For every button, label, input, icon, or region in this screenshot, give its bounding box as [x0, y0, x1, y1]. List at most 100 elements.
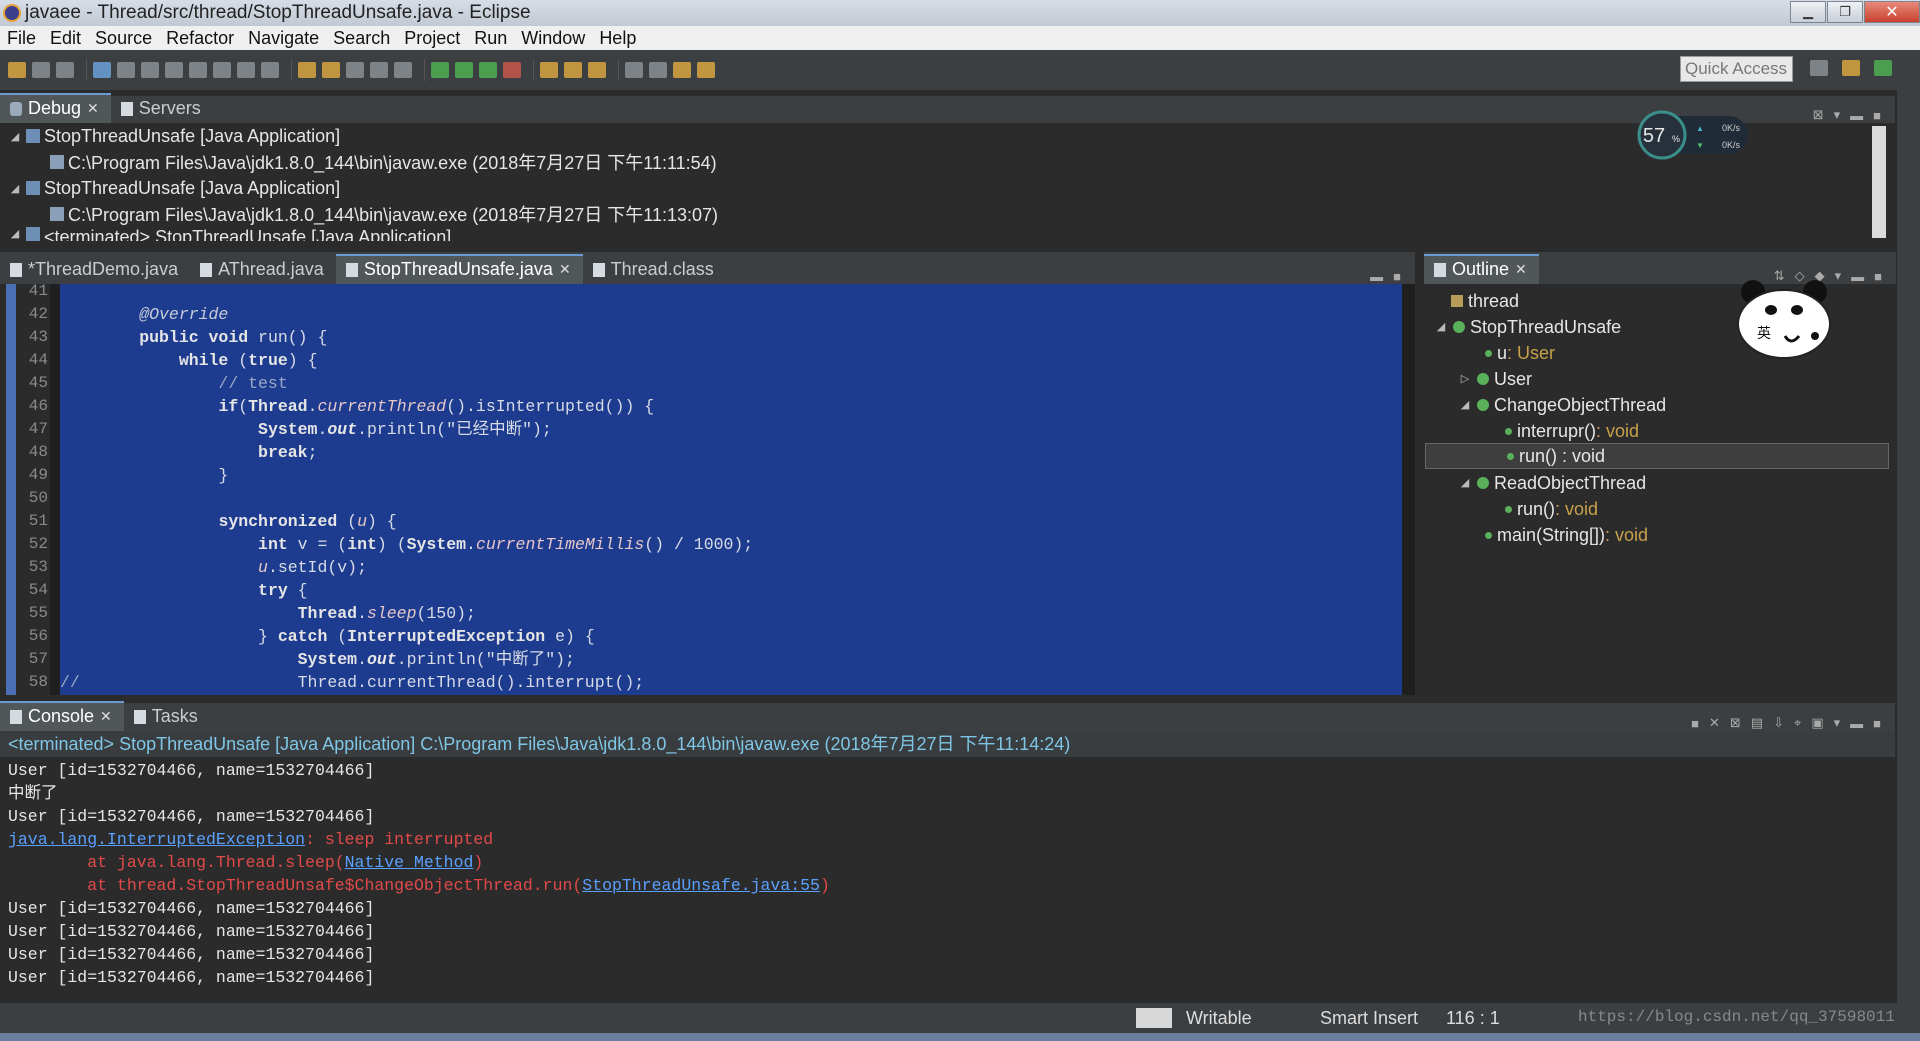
- close-icon[interactable]: ✕: [559, 261, 571, 278]
- display-console-icon[interactable]: ▣: [1811, 715, 1823, 731]
- pin-console-icon[interactable]: ⌖: [1794, 715, 1801, 731]
- next-annotation-icon[interactable]: [625, 62, 643, 78]
- tab-tasks[interactable]: Tasks: [124, 703, 210, 731]
- close-window-button[interactable]: ✕: [1864, 1, 1920, 23]
- menu-project[interactable]: Project: [397, 28, 467, 49]
- block-selection-icon[interactable]: [370, 62, 388, 78]
- console-output[interactable]: User [id=1532704466, name=1532704466] 中断…: [0, 759, 1895, 1003]
- external-tools-icon[interactable]: [503, 62, 521, 78]
- close-icon[interactable]: ✕: [1515, 261, 1527, 278]
- outline-item-method[interactable]: interrupr() : void: [1500, 418, 1639, 444]
- menu-run[interactable]: Run: [467, 28, 514, 49]
- minimize-button[interactable]: ▁: [1790, 1, 1826, 23]
- save-icon[interactable]: [32, 62, 50, 78]
- tab-console[interactable]: Console ✕: [0, 701, 124, 731]
- highlight-icon[interactable]: [322, 62, 340, 78]
- debug-scrollbar[interactable]: [1872, 126, 1886, 238]
- stack-link[interactable]: Native Method: [345, 853, 474, 872]
- outline-item-class[interactable]: ◢ ChangeObjectThread: [1458, 392, 1666, 418]
- outline-item-method[interactable]: run() : void: [1500, 496, 1598, 522]
- remove-launch-icon[interactable]: ✕: [1709, 715, 1720, 731]
- new-java-project-icon[interactable]: [540, 62, 558, 78]
- outline-item-method-selected[interactable]: run() : void: [1425, 443, 1889, 469]
- tab-thread-class[interactable]: Thread.class: [583, 256, 726, 284]
- menu-file[interactable]: File: [0, 28, 43, 49]
- debug-icon[interactable]: [431, 62, 449, 78]
- launch-item[interactable]: ◢ StopThreadUnsafe [Java Application]: [8, 123, 1895, 149]
- tab-servers[interactable]: Servers: [111, 95, 213, 123]
- close-icon[interactable]: ✕: [87, 100, 99, 117]
- resume-icon[interactable]: [117, 62, 135, 78]
- menu-help[interactable]: Help: [592, 28, 643, 49]
- debug-perspective-icon[interactable]: [1874, 60, 1892, 76]
- open-type-icon[interactable]: [298, 62, 316, 78]
- outline-item-class[interactable]: ◢ ReadObjectThread: [1458, 470, 1646, 496]
- minimize-view-icon[interactable]: ▬: [1851, 269, 1864, 284]
- code-editor[interactable]: 41 42 43 44 45 46 47 48 49 50 51 52 53 5…: [0, 282, 1415, 695]
- launch-item[interactable]: ◢ <terminated> StopThreadUnsafe [Java App…: [8, 227, 1895, 241]
- tab-debug[interactable]: Debug ✕: [0, 93, 111, 123]
- clear-console-icon[interactable]: ▤: [1751, 715, 1763, 731]
- minimize-view-icon[interactable]: ▬: [1370, 269, 1383, 284]
- java-ee-perspective-icon[interactable]: [1842, 60, 1860, 76]
- step-into-icon[interactable]: [213, 62, 231, 78]
- view-menu-icon[interactable]: ▾: [1834, 107, 1841, 123]
- outline-item-class[interactable]: ▷ User: [1458, 366, 1532, 392]
- coverage-icon[interactable]: [479, 62, 497, 78]
- save-all-icon[interactable]: [56, 62, 74, 78]
- menu-refactor[interactable]: Refactor: [159, 28, 241, 49]
- process-item[interactable]: C:\Program Files\Java\jdk1.8.0_144\bin\j…: [8, 201, 1895, 227]
- view-menu-icon[interactable]: ▾: [1835, 268, 1842, 284]
- upload-rate: 0K/s: [1722, 123, 1741, 133]
- maximize-button[interactable]: ❐: [1827, 1, 1863, 23]
- menu-window[interactable]: Window: [514, 28, 592, 49]
- quick-access-input[interactable]: Quick Access: [1680, 56, 1793, 82]
- tab-athread[interactable]: AThread.java: [190, 256, 336, 284]
- expanded-arrow-icon[interactable]: ◢: [8, 130, 22, 143]
- expanded-arrow-icon[interactable]: ◢: [8, 182, 22, 195]
- process-item[interactable]: C:\Program Files\Java\jdk1.8.0_144\bin\j…: [8, 149, 1895, 175]
- open-console-icon[interactable]: ▾: [1834, 715, 1841, 731]
- menu-source[interactable]: Source: [88, 28, 159, 49]
- new-package-icon[interactable]: [564, 62, 582, 78]
- stack-link[interactable]: StopThreadUnsafe.java:55: [582, 876, 820, 895]
- outline-item-package[interactable]: thread: [1446, 288, 1519, 314]
- open-perspective-icon[interactable]: [1810, 60, 1828, 76]
- code-text[interactable]: @Override public void run() { while (tru…: [60, 284, 1402, 695]
- previous-annotation-icon[interactable]: [649, 62, 667, 78]
- outline-item-method[interactable]: main(String[]) : void: [1480, 522, 1648, 548]
- remove-launches-icon[interactable]: ⊠: [1813, 107, 1824, 123]
- back-icon[interactable]: [673, 62, 691, 78]
- maximize-view-icon[interactable]: ■: [1873, 108, 1881, 123]
- scroll-lock-icon[interactable]: ⇩: [1773, 715, 1784, 731]
- menu-edit[interactable]: Edit: [43, 28, 88, 49]
- run-icon[interactable]: [455, 62, 473, 78]
- toggle-mark-icon[interactable]: [346, 62, 364, 78]
- close-icon[interactable]: ✕: [100, 708, 112, 725]
- menu-search[interactable]: Search: [326, 28, 397, 49]
- tab-stopthreadunsafe[interactable]: StopThreadUnsafe.java ✕: [335, 254, 583, 284]
- maximize-view-icon[interactable]: ■: [1874, 269, 1882, 284]
- minimize-view-icon[interactable]: ▬: [1850, 716, 1863, 731]
- step-return-icon[interactable]: [261, 62, 279, 78]
- step-over-icon[interactable]: [237, 62, 255, 78]
- tab-outline[interactable]: Outline ✕: [1424, 254, 1539, 284]
- exception-link[interactable]: java.lang.InterruptedException: [8, 830, 305, 849]
- maximize-view-icon[interactable]: ■: [1393, 269, 1401, 284]
- skip-breakpoints-icon[interactable]: [93, 62, 111, 78]
- terminate-icon[interactable]: [165, 62, 183, 78]
- remove-all-icon[interactable]: ⊠: [1730, 715, 1741, 731]
- show-whitespace-icon[interactable]: [394, 62, 412, 78]
- suspend-icon[interactable]: [141, 62, 159, 78]
- outline-item-class[interactable]: ◢ StopThreadUnsafe: [1434, 314, 1621, 340]
- terminate-icon[interactable]: ■: [1691, 716, 1699, 731]
- forward-icon[interactable]: [697, 62, 715, 78]
- maximize-view-icon[interactable]: ■: [1873, 716, 1881, 731]
- disconnect-icon[interactable]: [189, 62, 207, 78]
- minimize-view-icon[interactable]: ▬: [1850, 108, 1863, 123]
- new-class-icon[interactable]: [588, 62, 606, 78]
- menu-navigate[interactable]: Navigate: [241, 28, 326, 49]
- outline-item-field[interactable]: u : User: [1480, 340, 1555, 366]
- launch-item[interactable]: ◢ StopThreadUnsafe [Java Application]: [8, 175, 1895, 201]
- new-icon[interactable]: [8, 62, 26, 78]
